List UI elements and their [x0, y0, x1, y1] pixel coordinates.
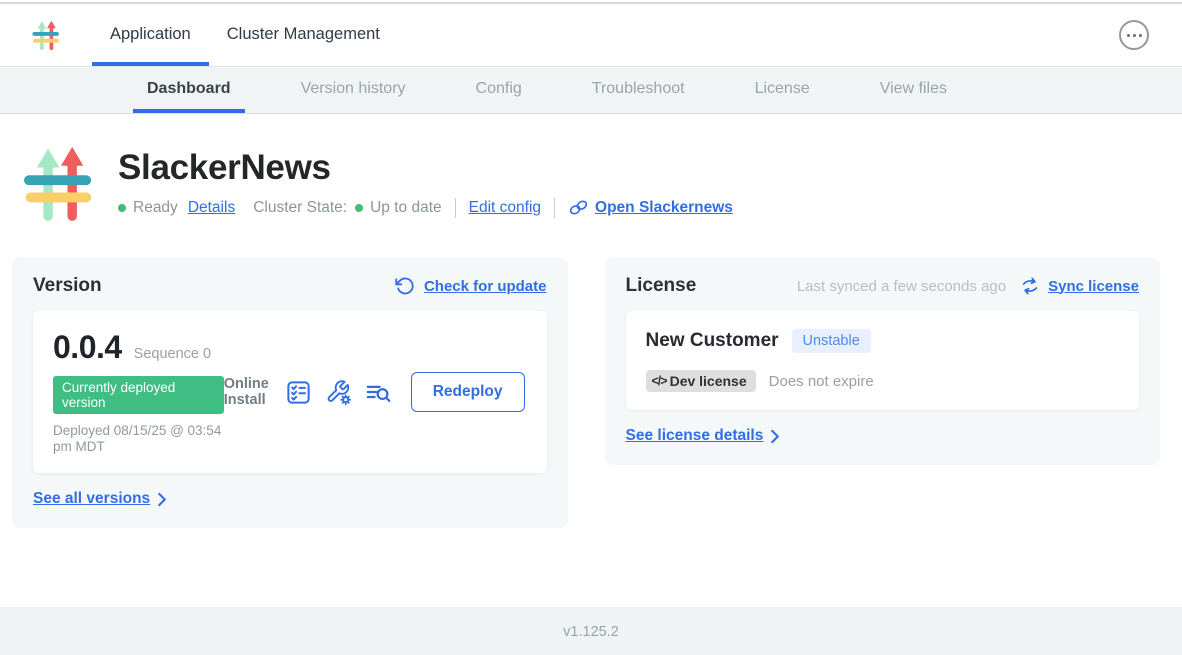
- refresh-icon: [395, 276, 415, 296]
- see-all-versions-link[interactable]: See all versions: [33, 490, 547, 508]
- subnav-tab-view-files[interactable]: View files: [866, 67, 961, 113]
- edit-config-link[interactable]: Edit config: [469, 199, 541, 217]
- open-app-label: Open Slackernews: [595, 199, 733, 217]
- channel-badge: Unstable: [792, 329, 871, 353]
- see-all-versions-label: See all versions: [33, 490, 150, 508]
- see-license-details-link[interactable]: See license details: [626, 427, 1140, 445]
- navbar-tabs: Application Cluster Management: [92, 4, 398, 66]
- app-status-text: Ready: [133, 199, 178, 217]
- version-card: Version Check for update 0.0.4 Sequ: [12, 257, 568, 528]
- open-app-link[interactable]: Open Slackernews: [568, 197, 733, 218]
- license-type-label: Dev license: [670, 373, 747, 389]
- link-chain-icon: [568, 197, 589, 218]
- tab-application-label: Application: [110, 25, 191, 44]
- subnav-tab-dashboard[interactable]: Dashboard: [133, 67, 245, 113]
- sync-license-label: Sync license: [1048, 278, 1139, 295]
- subnav-tab-config[interactable]: Config: [462, 67, 536, 113]
- check-for-update-link[interactable]: Check for update: [395, 276, 547, 296]
- app-status-dot-icon: [118, 204, 126, 212]
- cluster-state-label: Cluster State:: [253, 199, 347, 217]
- version-card-title: Version: [33, 275, 102, 297]
- install-type-label: Online Install: [224, 376, 272, 409]
- subnav-tab-license[interactable]: License: [741, 67, 824, 113]
- config-tools-icon[interactable]: [325, 379, 352, 406]
- sequence-label: Sequence 0: [134, 346, 211, 362]
- license-type-badge: </> Dev license: [646, 370, 756, 392]
- license-details-box: New Customer Unstable </> Dev license Do…: [626, 311, 1140, 410]
- status-details-link[interactable]: Details: [188, 199, 235, 217]
- license-card: License Last synced a few seconds ago: [605, 257, 1161, 465]
- version-number: 0.0.4: [53, 329, 122, 366]
- app-subnav: Dashboard Version history Config Trouble…: [0, 67, 1182, 114]
- slackernews-logo-icon[interactable]: [30, 15, 64, 55]
- deployed-timestamp: Deployed 08/15/25 @ 03:54 pm MDT: [53, 423, 224, 455]
- code-icon: </>: [652, 374, 667, 388]
- redeploy-button[interactable]: Redeploy: [411, 372, 525, 412]
- divider: [455, 198, 456, 218]
- license-card-title: License: [626, 275, 697, 297]
- chevron-right-icon: [157, 492, 167, 507]
- overflow-menu-button[interactable]: [1119, 20, 1149, 50]
- chevron-right-icon: [770, 429, 780, 444]
- divider: [554, 198, 555, 218]
- current-version-box: 0.0.4 Sequence 0 Currently deployed vers…: [33, 311, 547, 473]
- customer-name: New Customer: [646, 330, 779, 352]
- console-version: v1.125.2: [563, 624, 619, 640]
- tab-application[interactable]: Application: [92, 4, 209, 66]
- preflight-checks-icon[interactable]: [285, 379, 312, 406]
- sync-license-link[interactable]: Sync license: [1020, 276, 1139, 296]
- dashboard-cards: Version Check for update 0.0.4 Sequ: [12, 257, 1160, 528]
- main-navbar: Application Cluster Management: [0, 4, 1182, 67]
- version-actions: Online Install: [224, 372, 527, 412]
- app-logo-icon: [18, 136, 104, 230]
- license-expiry-text: Does not expire: [769, 373, 874, 390]
- cluster-status-dot-icon: [355, 204, 363, 212]
- subnav-tab-troubleshoot[interactable]: Troubleshoot: [578, 67, 699, 113]
- check-for-update-label: Check for update: [424, 278, 547, 295]
- tab-cluster-management-label: Cluster Management: [227, 25, 380, 44]
- dashboard-main: SlackerNews Ready Details Cluster State:…: [0, 136, 1182, 528]
- last-synced-text: Last synced a few seconds ago: [797, 278, 1006, 295]
- see-license-details-label: See license details: [626, 427, 764, 445]
- app-header: SlackerNews Ready Details Cluster State:…: [18, 136, 1182, 230]
- page-title: SlackerNews: [118, 148, 733, 188]
- cluster-state-text: Up to date: [370, 199, 442, 217]
- sync-arrows-icon: [1020, 276, 1040, 296]
- app-status-row: Ready Details Cluster State: Up to date …: [118, 197, 733, 218]
- deploy-logs-icon[interactable]: [365, 379, 392, 406]
- ellipsis-icon: [1127, 34, 1130, 37]
- console-footer: v1.125.2: [0, 607, 1182, 655]
- subnav-tab-version-history[interactable]: Version history: [287, 67, 420, 113]
- deployed-status-badge: Currently deployed version: [53, 376, 224, 414]
- tab-cluster-management[interactable]: Cluster Management: [209, 4, 398, 66]
